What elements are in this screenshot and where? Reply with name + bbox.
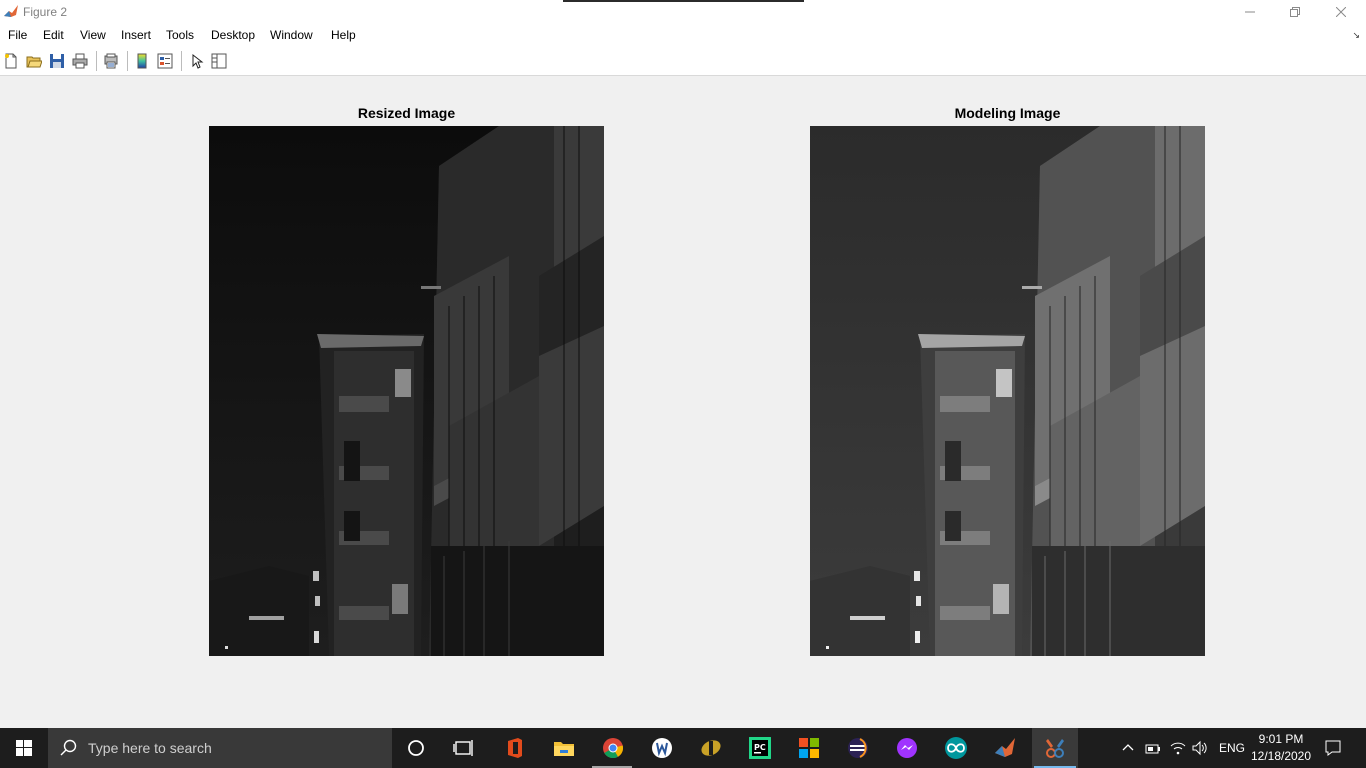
legend-icon[interactable] (157, 53, 173, 69)
menu-edit[interactable]: Edit (43, 28, 64, 42)
system-clock[interactable]: 9:01 PM 12/18/2020 (1246, 731, 1316, 765)
save-icon[interactable] (49, 53, 65, 69)
left-axes-title: Resized Image (357, 105, 456, 121)
menu-file[interactable]: File (8, 28, 27, 42)
task-view-icon[interactable] (452, 736, 476, 760)
menu-help[interactable]: Help (331, 28, 356, 42)
office-icon[interactable] (503, 736, 527, 760)
close-button[interactable] (1318, 0, 1364, 24)
minimize-icon (1245, 11, 1255, 13)
new-figure-icon[interactable] (3, 53, 19, 69)
toolbar-separator (96, 51, 97, 71)
chevron-up-icon[interactable] (1121, 741, 1135, 755)
figure-toolbar (0, 47, 1366, 76)
menu-insert[interactable]: Insert (121, 28, 151, 42)
word-icon[interactable] (650, 736, 674, 760)
print-icon[interactable] (72, 53, 88, 69)
menu-view[interactable]: View (80, 28, 106, 42)
cortana-icon[interactable] (404, 736, 428, 760)
edit-plot-arrow-icon[interactable] (189, 53, 205, 69)
pycharm-icon[interactable]: PC (748, 736, 772, 760)
file-explorer-icon[interactable] (552, 736, 576, 760)
taskbar: Type here to search PC ENG 9:01 PM 12/18… (0, 728, 1366, 768)
window-titlebar: Figure 2 (0, 0, 1366, 24)
battery-icon[interactable] (1145, 740, 1161, 756)
minimize-button[interactable] (1227, 0, 1273, 24)
imageJ-icon[interactable] (699, 736, 723, 760)
tool-icon[interactable] (1043, 736, 1067, 760)
chrome-icon[interactable] (601, 736, 625, 760)
search-placeholder: Type here to search (88, 740, 212, 756)
messenger-icon[interactable] (895, 736, 919, 760)
svg-text:PC: PC (754, 743, 766, 752)
windows-start-icon[interactable] (0, 728, 48, 768)
notifications-icon[interactable] (1324, 739, 1342, 757)
title-drag-indicator (563, 0, 804, 2)
menu-desktop[interactable]: Desktop (211, 28, 255, 42)
microsoft-store-icon[interactable] (797, 736, 821, 760)
print-preview-icon[interactable] (103, 53, 119, 69)
modeling-image (810, 126, 1205, 656)
volume-icon[interactable] (1192, 740, 1208, 756)
matlab-figure-icon (3, 4, 19, 20)
language-indicator[interactable]: ENG (1219, 741, 1245, 755)
matlab-icon[interactable] (993, 736, 1017, 760)
arduino-icon[interactable] (944, 736, 968, 760)
property-inspector-icon[interactable] (211, 53, 227, 69)
resized-image (209, 126, 604, 656)
menu-tools[interactable]: Tools (166, 28, 194, 42)
dock-figure-icon[interactable]: ↘ (1352, 30, 1360, 41)
wifi-icon[interactable] (1170, 740, 1186, 756)
toolbar-separator (181, 51, 182, 71)
open-file-icon[interactable] (26, 53, 42, 69)
clock-time: 9:01 PM (1258, 732, 1304, 746)
colorbar-icon[interactable] (134, 53, 150, 69)
restore-icon (1290, 7, 1300, 17)
eclipse-icon[interactable] (846, 736, 870, 760)
search-icon (60, 739, 77, 756)
clock-date: 12/18/2020 (1250, 749, 1312, 763)
menu-window[interactable]: Window (270, 28, 313, 42)
window-title: Figure 2 (23, 5, 68, 19)
right-axes-title: Modeling Image (954, 105, 1061, 121)
restore-button[interactable] (1272, 0, 1318, 24)
toolbar-separator (127, 51, 128, 71)
menu-bar: File Edit View Insert Tools Desktop Wind… (0, 24, 1366, 47)
close-icon (1336, 7, 1346, 17)
taskbar-search-box[interactable]: Type here to search (48, 728, 392, 768)
